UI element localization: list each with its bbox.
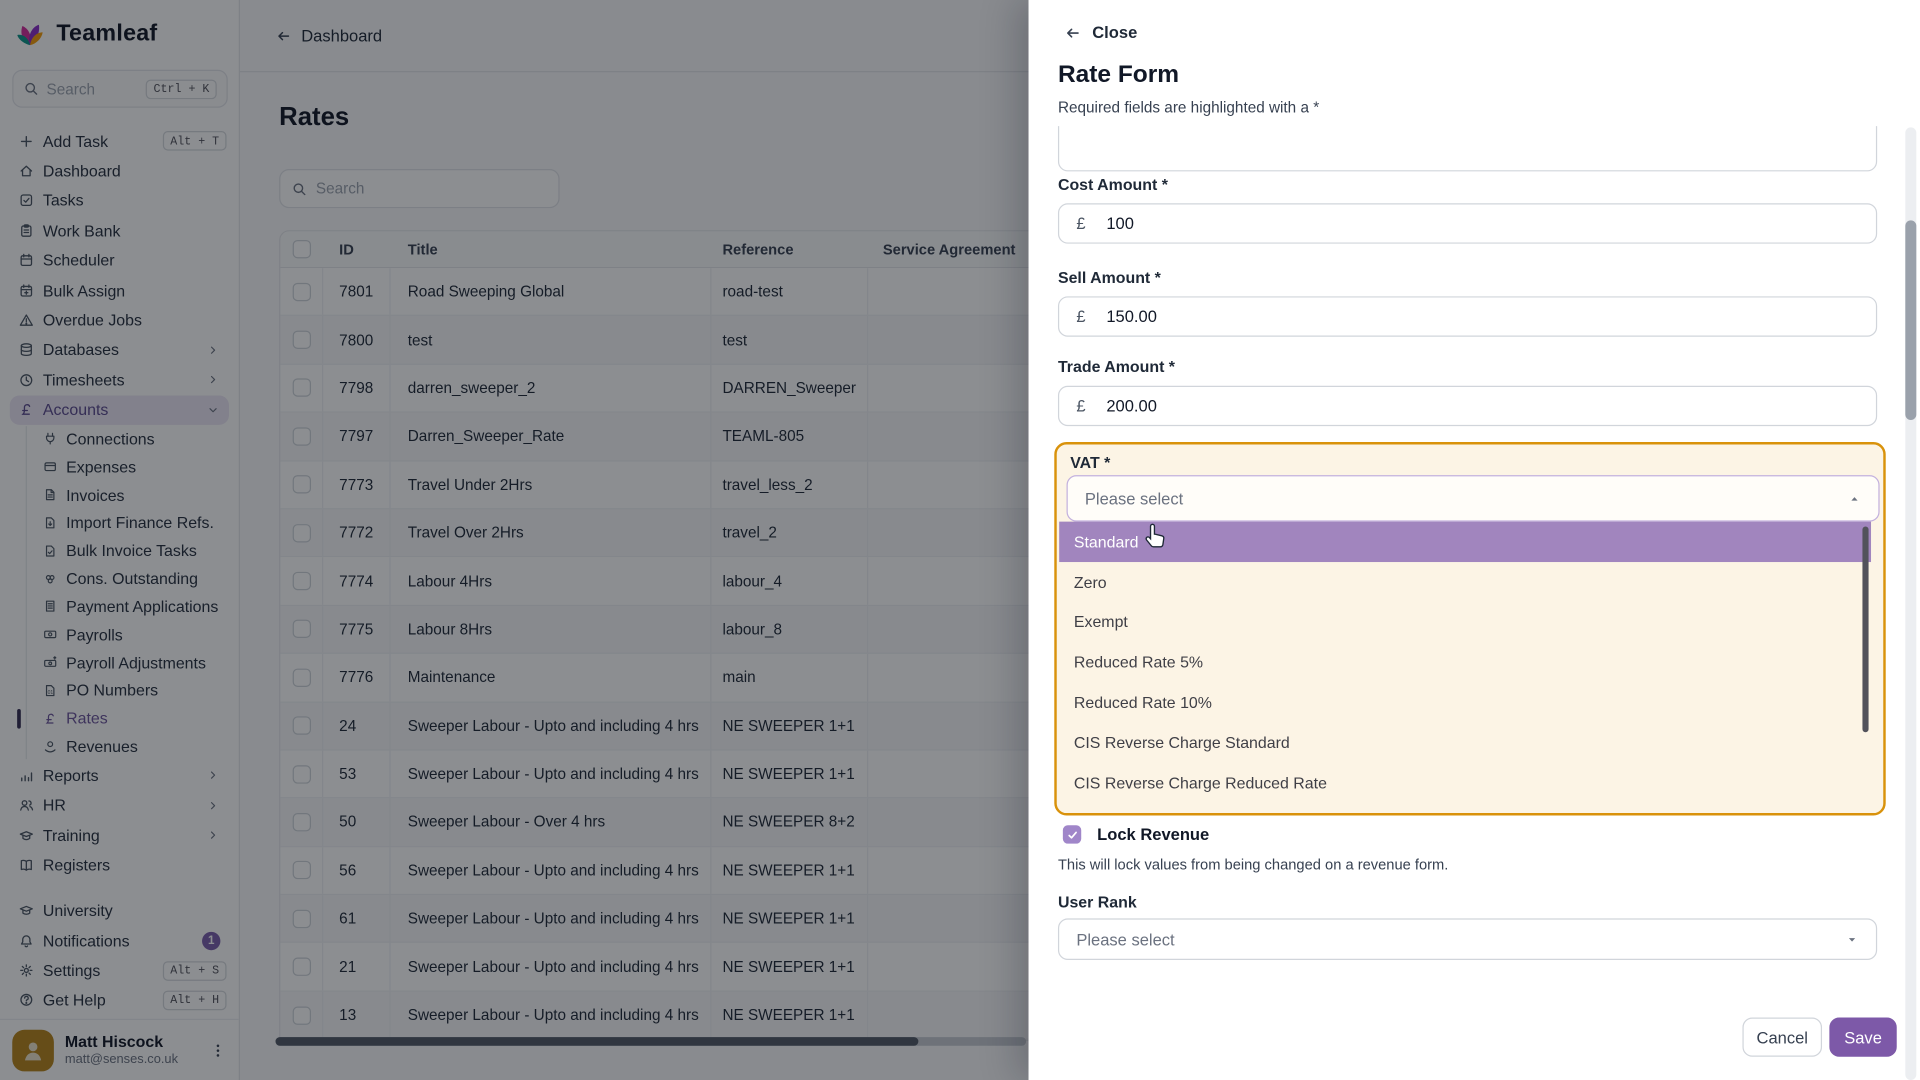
vat-options-list: Standard Zero Exempt Reduced Rate 5% bbox=[1059, 522, 1871, 816]
caret-down-icon bbox=[1845, 932, 1858, 945]
vat-option-label: CIS Reverse Charge Reduced Rate bbox=[1074, 773, 1327, 791]
vat-option-label: CIS Reverse Charge Standard bbox=[1074, 733, 1290, 751]
panel-scrollbar-track[interactable] bbox=[1905, 127, 1916, 1080]
panel-title: Rate Form bbox=[1058, 61, 1179, 89]
vat-option[interactable]: Exempt bbox=[1059, 602, 1871, 642]
lock-revenue-label: Lock Revenue bbox=[1097, 825, 1209, 843]
screen: Teamleaf Search Ctrl + K Add Task Alt + … bbox=[0, 0, 1920, 1080]
cost-amount-value: 100 bbox=[1106, 214, 1134, 232]
sell-amount-input[interactable]: £ 150.00 bbox=[1058, 296, 1877, 336]
vat-option-label: Exempt bbox=[1074, 613, 1128, 631]
currency-symbol: £ bbox=[1076, 397, 1085, 415]
sell-amount-value: 150.00 bbox=[1106, 307, 1157, 325]
vat-option-label: Standard bbox=[1074, 533, 1139, 551]
lock-revenue-description: This will lock values from being changed… bbox=[1058, 856, 1448, 873]
vat-option[interactable]: Zero bbox=[1059, 562, 1871, 602]
currency-symbol: £ bbox=[1076, 307, 1085, 325]
form-scroll-area: Cost Amount * £ 100 Sell Amount * £ 150.… bbox=[1029, 126, 1901, 1004]
clipped-input[interactable] bbox=[1058, 126, 1877, 171]
vat-field-container: VAT * Please select Standard Zero bbox=[1054, 442, 1885, 815]
vat-option-label: Capital Sales 15% bbox=[1074, 814, 1204, 816]
lock-revenue-checkbox[interactable] bbox=[1063, 825, 1081, 843]
back-arrow-icon bbox=[1064, 24, 1081, 41]
vat-option-label: Reduced Rate 10% bbox=[1074, 693, 1212, 711]
vat-option-label: Reduced Rate 5% bbox=[1074, 653, 1203, 671]
vat-option[interactable]: Reduced Rate 10% bbox=[1059, 682, 1871, 722]
user-rank-select[interactable]: Please select bbox=[1058, 918, 1877, 960]
cost-amount-input[interactable]: £ 100 bbox=[1058, 203, 1877, 243]
save-button[interactable]: Save bbox=[1829, 1018, 1896, 1057]
trade-amount-value: 200.00 bbox=[1106, 397, 1157, 415]
vat-label: VAT * bbox=[1070, 453, 1110, 471]
vat-option[interactable]: Standard bbox=[1059, 522, 1871, 562]
user-rank-label: User Rank bbox=[1058, 893, 1137, 911]
trade-amount-label: Trade Amount * bbox=[1058, 358, 1175, 376]
modal-dim-overlay bbox=[0, 0, 1029, 1080]
sell-amount-label: Sell Amount * bbox=[1058, 268, 1161, 286]
trade-amount-input[interactable]: £ 200.00 bbox=[1058, 386, 1877, 426]
caret-up-icon bbox=[1848, 492, 1861, 505]
vat-option[interactable]: CIS Reverse Charge Standard bbox=[1059, 722, 1871, 762]
rate-form-panel: Close Rate Form Required fields are high… bbox=[1029, 0, 1920, 1080]
vat-option[interactable]: Capital Sales 15% bbox=[1059, 803, 1871, 816]
dropdown-scrollbar-thumb[interactable] bbox=[1862, 527, 1868, 733]
vat-select[interactable]: Please select bbox=[1067, 475, 1880, 522]
cancel-button[interactable]: Cancel bbox=[1742, 1018, 1822, 1057]
currency-symbol: £ bbox=[1076, 214, 1085, 232]
close-label: Close bbox=[1092, 23, 1137, 41]
vat-option[interactable]: CIS Reverse Charge Reduced Rate bbox=[1059, 763, 1871, 803]
vat-option[interactable]: Reduced Rate 5% bbox=[1059, 642, 1871, 682]
user-rank-placeholder: Please select bbox=[1076, 930, 1174, 948]
panel-scrollbar-thumb[interactable] bbox=[1905, 220, 1916, 420]
lock-revenue-row: Lock Revenue bbox=[1063, 825, 1209, 843]
cost-amount-label: Cost Amount * bbox=[1058, 175, 1168, 193]
vat-option-label: Zero bbox=[1074, 573, 1107, 591]
vat-placeholder: Please select bbox=[1085, 489, 1183, 507]
panel-subtitle: Required fields are highlighted with a * bbox=[1058, 99, 1319, 116]
close-button[interactable]: Close bbox=[1064, 23, 1137, 41]
